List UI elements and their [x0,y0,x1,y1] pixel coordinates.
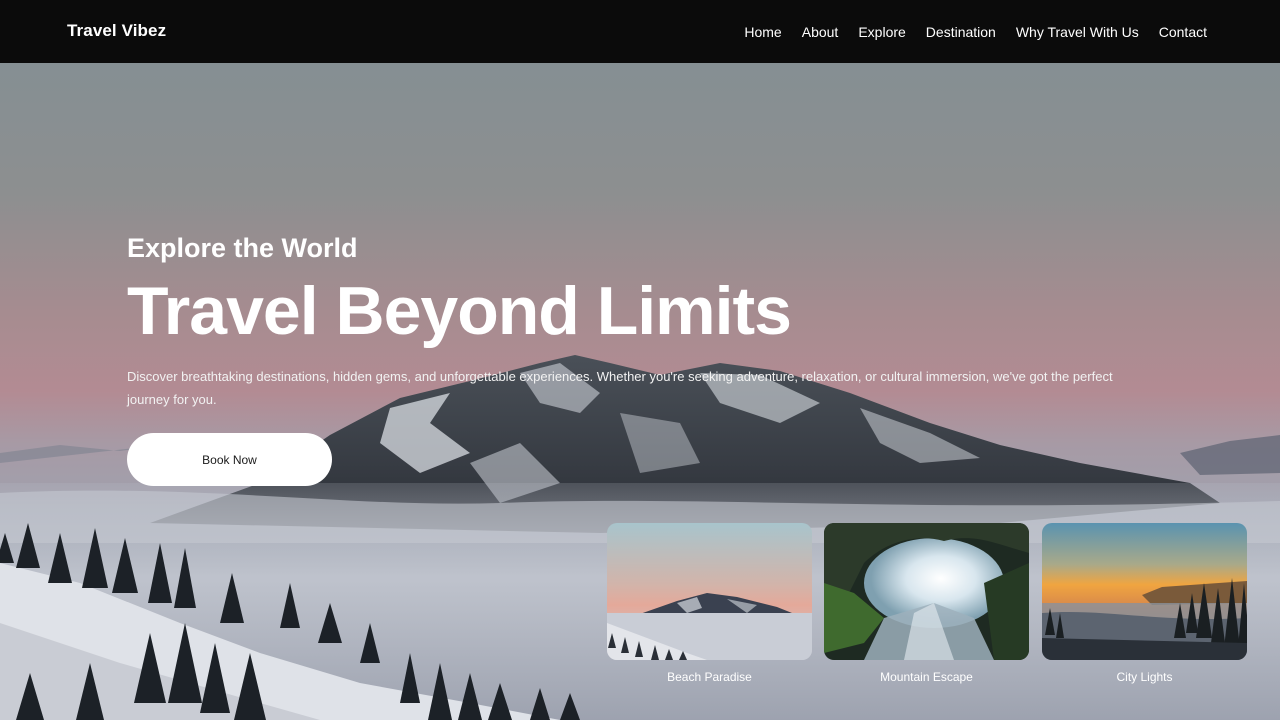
nav-link-about[interactable]: About [802,24,839,40]
nav-link-explore[interactable]: Explore [858,24,905,40]
destination-card[interactable]: Beach Paradise [607,523,812,684]
brand-logo[interactable]: Travel Vibez [67,21,166,41]
destination-card[interactable]: Mountain Escape [824,523,1029,684]
hero-title: Travel Beyond Limits [127,273,792,349]
book-now-button[interactable]: Book Now [127,433,332,486]
card-label: Mountain Escape [880,670,973,684]
nav-link-why-travel[interactable]: Why Travel With Us [1016,24,1139,40]
beach-paradise-image[interactable] [607,523,812,660]
nav-menu: Home About Explore Destination Why Trave… [744,0,1207,63]
hero-content: Explore the World Travel Beyond Limits D… [127,235,1167,411]
hero-section: Explore the World Travel Beyond Limits D… [0,63,1280,720]
mountain-escape-image[interactable] [824,523,1029,660]
card-label: Beach Paradise [667,670,752,684]
hero-kicker: Explore the World [127,233,358,263]
nav-link-home[interactable]: Home [744,24,781,40]
city-lights-image[interactable] [1042,523,1247,660]
navbar: Travel Vibez Home About Explore Destinat… [0,0,1280,63]
nav-link-destination[interactable]: Destination [926,24,996,40]
hero-description: Discover breathtaking destinations, hidd… [127,369,1113,408]
card-label: City Lights [1116,670,1173,684]
nav-link-contact[interactable]: Contact [1159,24,1207,40]
destination-card[interactable]: City Lights [1042,523,1247,684]
